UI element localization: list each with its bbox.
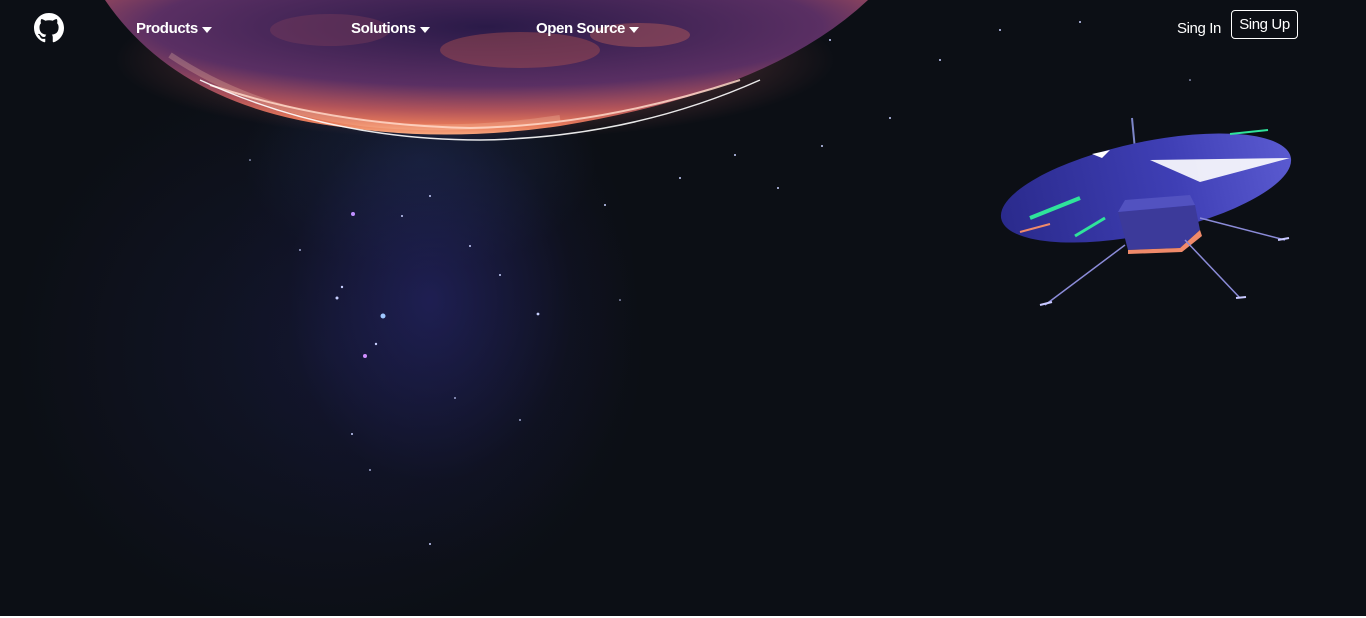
nav-open-source-label: Open Source: [536, 19, 625, 37]
github-logo-link[interactable]: [34, 13, 64, 43]
github-octocat-icon: [34, 13, 64, 43]
top-navigation: Products Solutions Open Source Sing In S…: [0, 0, 1366, 56]
hero-section: Products Solutions Open Source Sing In S…: [0, 0, 1366, 616]
caret-down-icon: [201, 26, 212, 33]
caret-down-icon: [628, 26, 639, 33]
sign-up-button[interactable]: Sing Up: [1231, 10, 1298, 39]
caret-down-icon: [419, 26, 430, 33]
nav-open-source[interactable]: Open Source: [536, 17, 639, 39]
nav-products[interactable]: Products: [136, 17, 212, 39]
nav-solutions[interactable]: Solutions: [351, 17, 430, 39]
nav-solutions-label: Solutions: [351, 19, 416, 37]
helicopter-illustration: [1000, 117, 1292, 306]
sign-in-link[interactable]: Sing In: [1177, 17, 1221, 39]
space-illustration: [105, 0, 1292, 545]
nav-products-label: Products: [136, 19, 198, 37]
